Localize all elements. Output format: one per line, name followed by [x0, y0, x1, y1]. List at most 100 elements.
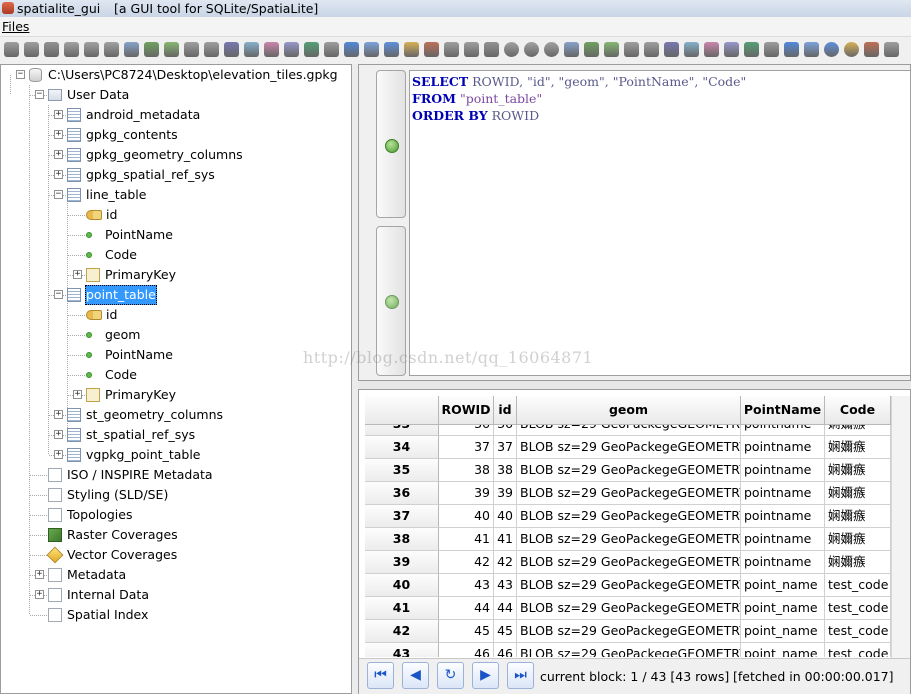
table-cell[interactable]: BLOB sz=29 GeoPackegeGEOMETRY — [517, 505, 741, 528]
table-cell[interactable]: test_code — [825, 643, 891, 657]
expand-icon[interactable]: + — [54, 130, 63, 139]
table-cell[interactable]: BLOB sz=29 GeoPackegeGEOMETRY — [517, 482, 741, 505]
collapse-icon[interactable]: − — [54, 190, 63, 199]
expand-icon[interactable]: + — [54, 110, 63, 119]
sql-log-icon[interactable] — [364, 42, 379, 57]
prev-page-button[interactable]: ◀ — [402, 662, 429, 689]
table-cell[interactable]: pointname — [741, 505, 825, 528]
load-txt-icon[interactable] — [164, 42, 179, 57]
load-txt-icon[interactable] — [604, 42, 619, 57]
table-cell[interactable]: 37 — [439, 436, 494, 459]
expand-icon[interactable]: + — [35, 590, 44, 599]
column-header[interactable]: PointName — [741, 396, 825, 425]
table-cell[interactable]: test_code — [825, 574, 891, 597]
table-cell[interactable]: BLOB sz=29 GeoPackegeGEOMETRY — [517, 425, 741, 436]
column-header[interactable]: ROWID — [439, 396, 494, 425]
table-cell[interactable]: pointname — [741, 551, 825, 574]
exif-icon[interactable] — [724, 42, 739, 57]
table-node[interactable]: + gpkg_geometry_columns — [1, 145, 351, 165]
column-node[interactable]: PointName — [1, 225, 351, 245]
sql-script-icon[interactable] — [564, 42, 579, 57]
table-cell[interactable]: 娴嬭瘯 — [825, 528, 891, 551]
column-node-pk[interactable]: id — [1, 305, 351, 325]
exit-icon[interactable] — [864, 42, 879, 57]
table-cell[interactable]: 37 — [494, 436, 517, 459]
table-cell[interactable]: 娴嬭瘯 — [825, 505, 891, 528]
virtual-shp-icon[interactable] — [664, 42, 679, 57]
table-cell[interactable]: BLOB sz=29 GeoPackegeGEOMETRY — [517, 643, 741, 657]
help-icon[interactable] — [384, 42, 399, 57]
column-node-pk[interactable]: id — [1, 205, 351, 225]
table-node[interactable]: + gpkg_contents — [1, 125, 351, 145]
table-cell[interactable]: pointname — [741, 528, 825, 551]
group-node[interactable]: Raster Coverages — [1, 525, 351, 545]
charset-icon[interactable] — [764, 42, 779, 57]
create-db-icon[interactable] — [484, 42, 499, 57]
column-header[interactable]: id — [494, 396, 517, 425]
refresh-button[interactable]: ↻ — [437, 662, 464, 689]
last-page-button[interactable]: ⏭ — [507, 662, 534, 689]
table-node[interactable]: + vgpkg_point_table — [1, 445, 351, 465]
virtual-csv-icon[interactable] — [244, 42, 259, 57]
sql-script-icon[interactable] — [124, 42, 139, 57]
collapse-icon[interactable]: − — [16, 70, 25, 79]
collapse-icon[interactable]: − — [54, 290, 63, 299]
column-node[interactable]: Code — [1, 365, 351, 385]
table-cell[interactable]: point_name — [741, 597, 825, 620]
table-cell[interactable]: 40 — [439, 505, 494, 528]
srid-icon[interactable] — [304, 42, 319, 57]
table-cell[interactable]: BLOB sz=29 GeoPackegeGEOMETRY — [517, 528, 741, 551]
table-cell[interactable]: 39 — [439, 482, 494, 505]
save-db-icon[interactable] — [524, 42, 539, 57]
exif-icon[interactable] — [284, 42, 299, 57]
table-cell[interactable]: BLOB sz=29 GeoPackegeGEOMETRY — [517, 620, 741, 643]
table-cell[interactable]: 46 — [439, 643, 494, 657]
load-shp-icon[interactable] — [144, 42, 159, 57]
table-cell[interactable]: 46 — [494, 643, 517, 657]
table-cell[interactable]: 43 — [494, 574, 517, 597]
primary-key-node[interactable]: + PrimaryKey — [1, 385, 351, 405]
table-node-point-table[interactable]: − point_table — [1, 285, 351, 305]
connect-icon[interactable] — [444, 42, 459, 57]
table-cell[interactable]: 45 — [494, 620, 517, 643]
load-shp-icon[interactable] — [584, 42, 599, 57]
about-icon[interactable] — [844, 42, 859, 57]
expand-icon[interactable]: + — [54, 430, 63, 439]
table-cell[interactable]: BLOB sz=29 GeoPackegeGEOMETRY — [517, 597, 741, 620]
memory-db-icon[interactable] — [64, 42, 79, 57]
table-node-line-table[interactable]: − line_table — [1, 185, 351, 205]
save-db-icon[interactable] — [84, 42, 99, 57]
table-cell[interactable]: pointname — [741, 459, 825, 482]
table-node[interactable]: + st_geometry_columns — [1, 405, 351, 425]
table-cell[interactable]: test_code — [825, 620, 891, 643]
sql-log-icon[interactable] — [804, 42, 819, 57]
disconnect-icon[interactable] — [464, 42, 479, 57]
table-cell[interactable]: 42 — [439, 551, 494, 574]
table-cell[interactable]: 娴嬭瘯 — [825, 425, 891, 436]
table-cell[interactable]: 36 — [439, 425, 494, 436]
table-cell[interactable]: point_name — [741, 620, 825, 643]
table-cell[interactable]: 44 — [494, 597, 517, 620]
table-cell[interactable]: BLOB sz=29 GeoPackegeGEOMETRY — [517, 551, 741, 574]
table-cell[interactable]: BLOB sz=29 GeoPackegeGEOMETRY — [517, 574, 741, 597]
table-cell[interactable]: 42 — [494, 551, 517, 574]
db-root-node[interactable]: − C:\Users\PC8724\Desktop\elevation_tiles… — [1, 65, 351, 85]
about-icon[interactable] — [404, 42, 419, 57]
attach-icon[interactable] — [784, 42, 799, 57]
table-cell[interactable]: 45 — [439, 620, 494, 643]
table-cell[interactable]: 44 — [439, 597, 494, 620]
column-header[interactable]: geom — [517, 396, 741, 425]
table-cell[interactable]: pointname — [741, 436, 825, 459]
expand-icon[interactable]: + — [73, 390, 82, 399]
network-icon[interactable] — [704, 42, 719, 57]
column-node[interactable]: geom — [1, 325, 351, 345]
table-cell[interactable]: point_name — [741, 643, 825, 657]
expand-icon[interactable]: + — [54, 170, 63, 179]
group-node[interactable]: + Internal Data — [1, 585, 351, 605]
memory-db-icon[interactable] — [504, 42, 519, 57]
table-cell[interactable]: 36 — [494, 425, 517, 436]
load-dbf-icon[interactable] — [624, 42, 639, 57]
attach-icon[interactable] — [344, 42, 359, 57]
connect-icon[interactable] — [4, 42, 19, 57]
column-node[interactable]: PointName — [1, 345, 351, 365]
